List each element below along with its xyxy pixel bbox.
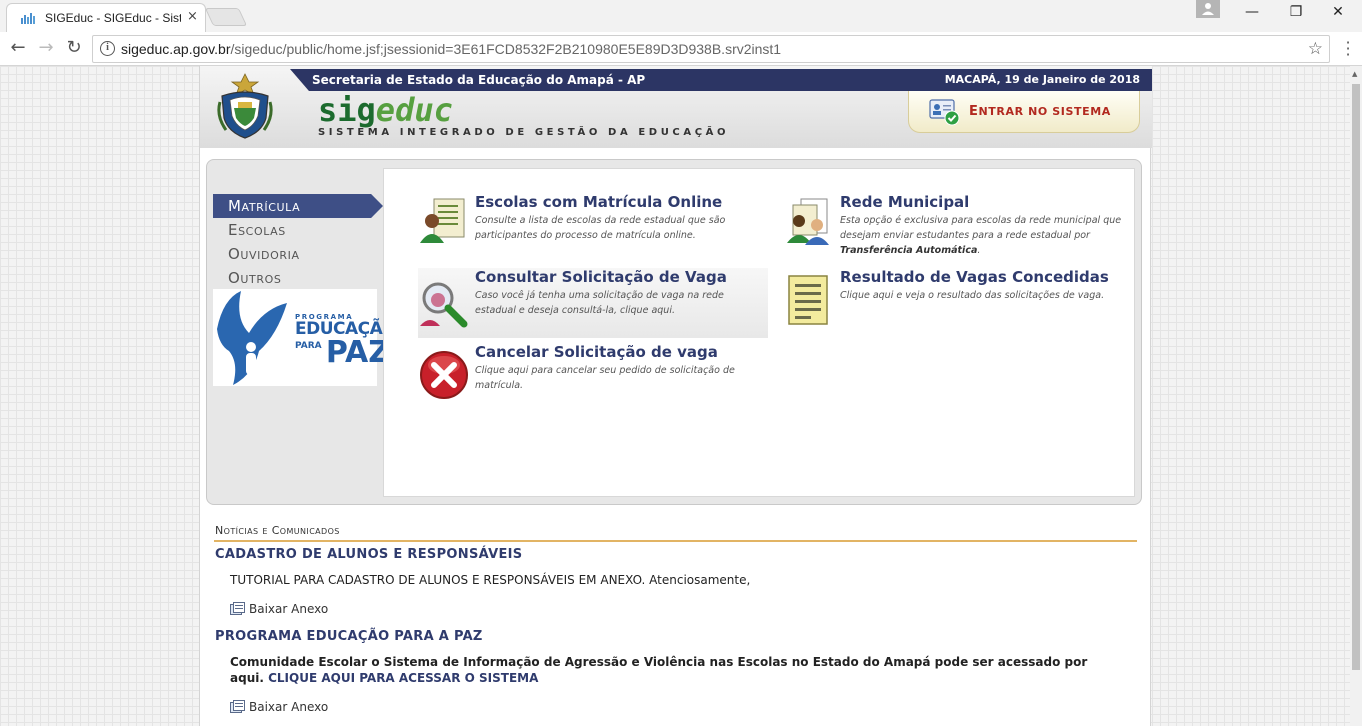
profile-icon[interactable]: [1196, 0, 1220, 18]
option-title: Resultado de Vagas Concedidas: [840, 268, 1109, 286]
option-desc-text: Esta opção é exclusiva para escolas da r…: [840, 215, 1122, 241]
logo-sig: sig: [318, 91, 376, 129]
attachment-link[interactable]: Baixar Anexo: [230, 700, 328, 714]
url-text[interactable]: sigeduc.ap.gov.br/sigeduc/public/home.js…: [121, 41, 781, 57]
students-transfer-icon: [787, 198, 829, 245]
attachment-label: Baixar Anexo: [249, 700, 329, 714]
option-desc: Clique aqui para cancelar seu pedido de …: [475, 365, 735, 391]
news-heading: Notícias e Comunicados: [215, 524, 340, 537]
scroll-up-icon[interactable]: ▲: [1352, 70, 1357, 78]
option-escolas-online[interactable]: Escolas com Matrícula Online Consulte a …: [418, 193, 758, 253]
tab-close-icon[interactable]: ×: [187, 9, 198, 24]
paz-para: PARA: [295, 341, 322, 351]
forward-icon[interactable]: →: [34, 37, 58, 58]
news-body: TUTORIAL PARA CADASTRO DE ALUNOS E RESPO…: [230, 573, 751, 587]
option-cancelar-vaga[interactable]: Cancelar Solicitação de vaga Clique aqui…: [418, 343, 758, 403]
student-list-icon: [420, 198, 465, 243]
paz-banner-text: PROGRAMA EDUCAÇÃO PARA PAZ: [295, 314, 397, 370]
option-desc: Caso você já tenha uma solicitação de va…: [475, 290, 724, 316]
option-title: Escolas com Matrícula Online: [475, 193, 723, 211]
new-tab-button[interactable]: [204, 8, 248, 26]
news-access-link[interactable]: CLIQUE AQUI PARA ACESSAR O SISTEMA: [268, 671, 538, 685]
sidebar-item-matricula[interactable]: Matrícula: [213, 194, 383, 218]
scrollbar-thumb[interactable]: [1352, 84, 1360, 670]
logo-subtitle: SISTEMA INTEGRADO DE GESTÃO DA EDUCAÇÃO: [318, 127, 730, 138]
attachment-link[interactable]: Baixar Anexo: [230, 602, 328, 616]
logo-educ: educ: [375, 91, 453, 129]
sidebar-menu: Matrícula Escolas Ouvidoria Outros: [213, 194, 383, 290]
url-host: sigeduc.ap.gov.br: [121, 41, 231, 57]
news-divider: [214, 540, 1137, 542]
site-container: Secretaria de Estado da Educação do Amap…: [199, 66, 1152, 726]
programa-paz-banner[interactable]: PROGRAMA EDUCAÇÃO PARA PAZ: [213, 289, 397, 386]
restore-icon[interactable]: ❐: [1276, 4, 1316, 20]
option-desc-end: .: [977, 245, 981, 256]
sidebar-item-escolas[interactable]: Escolas: [213, 218, 383, 242]
minimize-icon[interactable]: —: [1232, 4, 1272, 20]
option-title: Cancelar Solicitação de vaga: [475, 343, 718, 361]
tab-title: SIGEduc - SIGEduc - Siste: [45, 11, 181, 25]
site-header: Secretaria de Estado da Educação do Amap…: [200, 66, 1152, 148]
option-desc: Clique aqui e veja o resultado das solic…: [840, 290, 1105, 301]
option-consultar-vaga[interactable]: Consultar Solicitação de Vaga Caso você …: [418, 268, 768, 338]
browser-tab[interactable]: SIGEduc - SIGEduc - Siste ×: [6, 3, 206, 32]
option-desc-bold: Transferência Automática: [840, 245, 978, 256]
header-date: MACAPÁ, 19 de Janeiro de 2018: [944, 73, 1140, 86]
option-desc: Esta opção é exclusiva para escolas da r…: [840, 213, 1130, 258]
close-window-icon[interactable]: ✕: [1318, 4, 1358, 20]
paz-paz: PAZ: [325, 335, 391, 370]
login-label: NTRAR NO SISTEMA: [978, 105, 1111, 118]
option-title: Rede Municipal: [840, 193, 970, 211]
magnifier-icon: [420, 282, 468, 328]
sigeduc-logo: sigeduc SISTEMA INTEGRADO DE GESTÃO DA E…: [318, 94, 729, 138]
news-title: PROGRAMA EDUCAÇÃO PARA A PAZ: [215, 629, 483, 644]
news-body: Comunidade Escolar o Sistema de Informaç…: [230, 654, 1110, 686]
sidebar-item-outros[interactable]: Outros: [213, 266, 383, 290]
document-list-icon: [788, 275, 828, 325]
reload-icon[interactable]: ↻: [62, 37, 86, 58]
sidebar-item-ouvidoria[interactable]: Ouvidoria: [213, 242, 383, 266]
option-rede-municipal[interactable]: Rede Municipal Esta opção é exclusiva pa…: [783, 193, 1128, 265]
back-icon[interactable]: ←: [6, 37, 30, 58]
address-bar[interactable]: i sigeduc.ap.gov.br/sigeduc/public/home.…: [92, 35, 1330, 63]
option-desc: Consulte a lista de escolas da rede esta…: [475, 215, 726, 241]
login-button[interactable]: ENTRAR NO SISTEMA: [908, 91, 1140, 133]
main-panel: Matrícula Escolas Ouvidoria Outros PROGR…: [206, 159, 1142, 505]
option-title: Consultar Solicitação de Vaga: [475, 268, 727, 286]
dove-icon: [217, 291, 287, 385]
attachment-label: Baixar Anexo: [249, 602, 329, 616]
info-icon[interactable]: i: [100, 41, 115, 56]
browser-tab-strip: SIGEduc - SIGEduc - Siste × — ❐ ✕: [0, 0, 1362, 32]
url-path: /sigeduc/public/home.jsf;jsessionid=3E61…: [230, 41, 782, 57]
options-area: Escolas com Matrícula Online Consulte a …: [383, 168, 1135, 497]
secretaria-title: Secretaria de Estado da Educação do Amap…: [312, 73, 646, 87]
browser-toolbar: ← → ↻ i sigeduc.ap.gov.br/sigeduc/public…: [0, 32, 1362, 66]
favicon-icon: [21, 13, 35, 24]
option-resultado-vagas[interactable]: Resultado de Vagas Concedidas Clique aqu…: [783, 268, 1128, 328]
star-icon[interactable]: ☆: [1308, 39, 1323, 59]
attachment-icon: [230, 700, 245, 713]
user-card-check-icon: [929, 99, 960, 126]
header-bar: Secretaria de Estado da Educação do Amap…: [290, 69, 1152, 91]
cancel-icon: [420, 351, 468, 399]
menu-dots-icon[interactable]: · · ·: [1338, 35, 1358, 63]
news-title: CADASTRO DE ALUNOS E RESPONSÁVEIS: [215, 547, 523, 562]
attachment-icon: [230, 602, 245, 615]
state-crest-icon: [217, 73, 273, 139]
